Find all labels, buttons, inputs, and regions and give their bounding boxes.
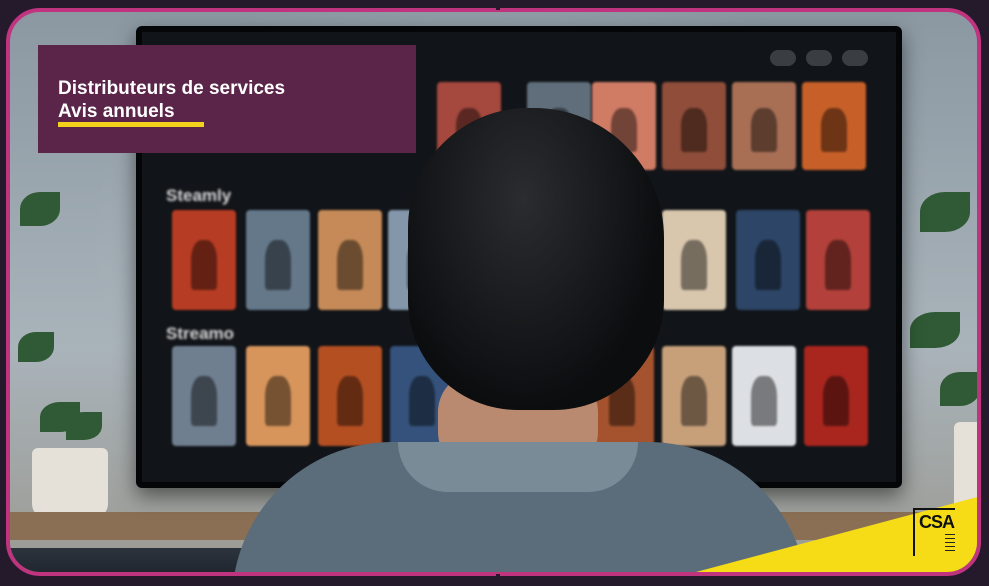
movie-poster — [662, 210, 726, 310]
movie-poster — [662, 346, 726, 446]
movie-poster — [318, 346, 382, 446]
tv-control-icon — [842, 50, 868, 66]
plant-leaf — [940, 372, 977, 406]
tv-control-icon — [770, 50, 796, 66]
plant-leaf — [20, 192, 60, 226]
tv-row-label: Streamo — [166, 324, 235, 343]
movie-poster — [172, 346, 236, 446]
plant-leaf — [910, 312, 960, 348]
movie-poster — [806, 210, 870, 310]
movie-poster — [246, 210, 310, 310]
banner-subtitle: Avis annuels — [58, 101, 175, 122]
subtitle-underline — [58, 122, 204, 127]
movie-poster — [802, 82, 866, 170]
movie-poster — [318, 210, 382, 310]
movie-poster — [662, 82, 726, 170]
frame-notch-bottom — [496, 574, 500, 586]
tv-row-label: Steamly — [166, 186, 232, 205]
logo-fine-print — [945, 534, 955, 554]
plant-leaf — [920, 192, 970, 232]
csa-logo: CSA — [913, 508, 955, 556]
plant-leaf — [18, 332, 54, 362]
movie-poster — [804, 346, 868, 446]
movie-poster — [172, 210, 236, 310]
photo-frame: Steamly Streamo Distributeurs de service… — [6, 8, 981, 576]
tv-control-icon — [806, 50, 832, 66]
csa-logo-text: CSA — [919, 512, 955, 532]
plant-pot-left — [32, 448, 108, 518]
movie-poster — [732, 82, 796, 170]
movie-poster — [732, 346, 796, 446]
banner-title: Distributeurs de services — [58, 78, 286, 99]
plant-leaf — [66, 412, 102, 440]
title-banner: Distributeurs de services Avis annuels — [38, 45, 416, 153]
sweater-collar — [398, 442, 638, 492]
movie-poster — [246, 346, 310, 446]
tv-control-icons — [770, 50, 868, 66]
frame-notch-top — [496, 0, 500, 10]
person-head — [408, 108, 664, 410]
movie-poster — [736, 210, 800, 310]
